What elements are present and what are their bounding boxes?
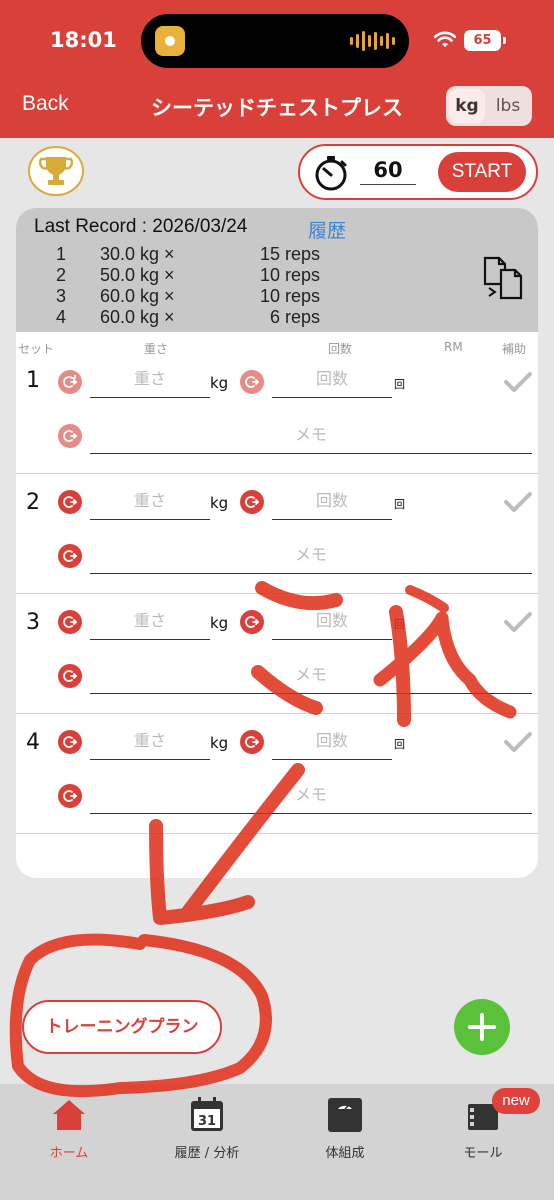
set-row-4: 4 重さ kg 回数 回 メモ — [16, 714, 538, 834]
set-row-2: 2 重さ kg 回数 回 メモ — [16, 474, 538, 594]
weight-unit-label: kg — [210, 734, 229, 752]
status-time: 18:01 — [50, 28, 117, 52]
tab-bar: ホーム 31 履歴 / 分析 体組成 モール — [0, 1084, 554, 1200]
battery-indicator: 65 — [464, 30, 506, 51]
weight-unit-label: kg — [210, 614, 229, 632]
set-row-1: 1 重さ kg 回数 回 メモ — [16, 354, 538, 474]
add-set-button[interactable] — [454, 999, 510, 1055]
reps-input[interactable]: 回数 — [272, 362, 392, 398]
new-badge: new — [492, 1088, 540, 1114]
weight-input[interactable]: 重さ — [90, 604, 210, 640]
copy-weight-arrow-icon[interactable] — [58, 730, 82, 754]
set-number: 1 — [26, 368, 40, 393]
memo-input[interactable]: メモ — [90, 778, 532, 814]
app-header: 18:01 65 Back シーテッドチェストプレス kg lbs — [0, 0, 554, 138]
copy-reps-arrow-icon[interactable] — [240, 490, 264, 514]
last-record-panel: Last Record : 2026/03/24 履歴 1 30.0 kg × … — [16, 208, 538, 332]
dynamic-island — [141, 14, 409, 68]
column-header-rm: RM — [444, 340, 463, 354]
audio-wave-icon — [350, 30, 395, 52]
unit-toggle[interactable]: kg lbs — [446, 86, 532, 126]
memo-input[interactable]: メモ — [90, 538, 532, 574]
trophy-icon[interactable] — [28, 146, 84, 196]
timer-seconds-input[interactable]: 60 — [360, 158, 416, 185]
reps-input[interactable]: 回数 — [272, 604, 392, 640]
svg-text:31: 31 — [198, 1114, 216, 1129]
set-row-3: 3 重さ kg 回数 回 メモ — [16, 594, 538, 714]
assist-check-icon[interactable] — [504, 732, 532, 752]
copy-reps-arrow-icon[interactable] — [240, 610, 264, 634]
last-record-title: Last Record : 2026/03/24 — [34, 216, 248, 237]
page-title: シーテッドチェストプレス — [151, 96, 403, 120]
weight-input[interactable]: 重さ — [90, 724, 210, 760]
memo-input[interactable]: メモ — [90, 658, 532, 694]
workout-card: Last Record : 2026/03/24 履歴 1 30.0 kg × … — [16, 208, 538, 878]
home-icon — [53, 1100, 85, 1130]
stopwatch-icon — [315, 156, 347, 191]
copy-weight-arrow-icon[interactable] — [58, 490, 82, 514]
set-number: 3 — [26, 610, 40, 635]
reps-unit-label: 回 — [394, 498, 405, 511]
copy-memo-arrow-icon[interactable] — [58, 784, 82, 808]
copy-record-icon[interactable] — [481, 256, 525, 300]
copy-memo-arrow-icon[interactable] — [58, 664, 82, 688]
rest-timer: 60 START — [298, 144, 538, 200]
copy-reps-arrow-icon[interactable] — [240, 730, 264, 754]
copy-memo-arrow-icon[interactable] — [58, 544, 82, 568]
memo-input[interactable]: メモ — [90, 418, 532, 454]
set-number: 4 — [26, 730, 40, 755]
copy-weight-arrow-icon[interactable] — [58, 370, 82, 394]
assist-check-icon[interactable] — [504, 612, 532, 632]
weight-input[interactable]: 重さ — [90, 484, 210, 520]
unit-lbs-option[interactable]: lbs — [488, 89, 528, 123]
history-link[interactable]: 履歴 — [308, 216, 346, 243]
reps-unit-label: 回 — [394, 618, 405, 631]
unit-kg-option[interactable]: kg — [449, 89, 485, 123]
reps-input[interactable]: 回数 — [272, 484, 392, 520]
weight-unit-label: kg — [210, 374, 229, 392]
weight-unit-label: kg — [210, 494, 229, 512]
set-number: 2 — [26, 490, 40, 515]
calendar-icon: 31 — [191, 1097, 223, 1131]
copy-weight-arrow-icon[interactable] — [58, 610, 82, 634]
now-playing-app-icon — [155, 26, 185, 56]
reps-input[interactable]: 回数 — [272, 724, 392, 760]
training-plan-button[interactable]: トレーニングプラン — [22, 1000, 222, 1054]
wifi-icon — [434, 31, 456, 47]
back-button[interactable]: Back — [22, 92, 69, 116]
scale-icon — [328, 1098, 362, 1132]
assist-check-icon[interactable] — [504, 372, 532, 392]
reps-unit-label: 回 — [394, 378, 405, 391]
copy-reps-arrow-icon[interactable] — [240, 370, 264, 394]
assist-check-icon[interactable] — [504, 492, 532, 512]
timer-start-button[interactable]: START — [438, 152, 526, 192]
reps-unit-label: 回 — [394, 738, 405, 751]
copy-memo-arrow-icon[interactable] — [58, 424, 82, 448]
weight-input[interactable]: 重さ — [90, 362, 210, 398]
